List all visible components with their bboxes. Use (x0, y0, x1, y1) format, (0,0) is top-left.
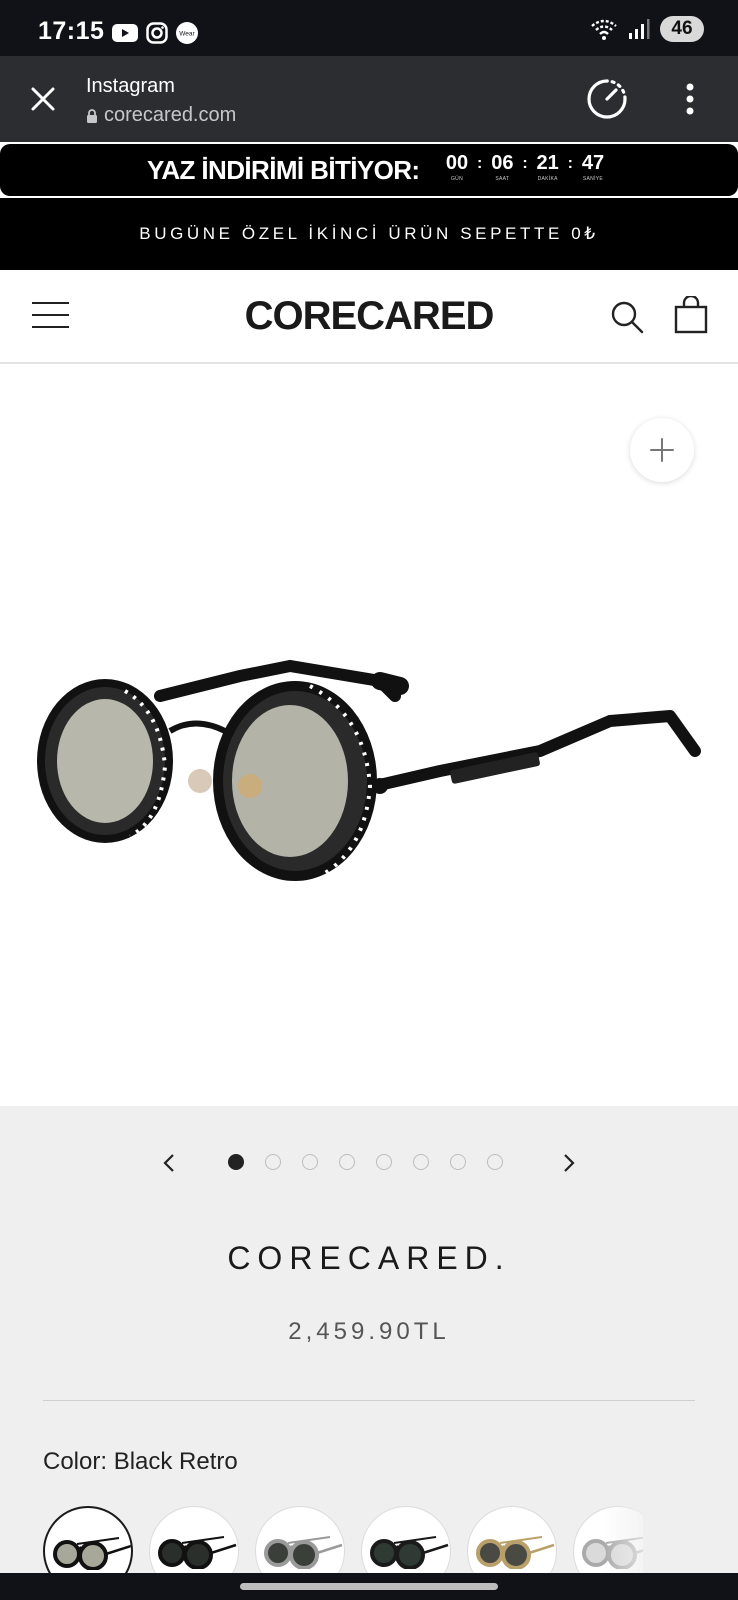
promo-banner[interactable]: BUGÜNE ÖZEL İKİNCİ ÜRÜN SEPETTE 0₺ (0, 198, 738, 270)
site-header: CORECARED (0, 270, 738, 364)
status-bar: 17:15 Wear 46 (0, 0, 738, 56)
status-time: 17:15 (38, 17, 105, 45)
swatch-glasses-icon (370, 1536, 449, 1569)
gallery-dot[interactable] (302, 1154, 318, 1170)
countdown-unit-label: GÜN (450, 176, 463, 182)
divider (43, 1400, 695, 1401)
swatch-glasses-icon (476, 1536, 555, 1569)
color-swatch[interactable] (467, 1506, 557, 1573)
battery-indicator: 46 (660, 16, 704, 42)
search-icon[interactable] (610, 300, 644, 334)
countdown-banner: YAZ İNDİRİMİ BİTİYOR: 00 GÜN : 06 SAAT :… (0, 144, 738, 196)
countdown-hours: 06 SAAT (487, 152, 517, 182)
swatch-glasses-icon (53, 1537, 131, 1570)
gallery-dot[interactable] (265, 1154, 281, 1170)
countdown-unit-label: SAAT (495, 176, 510, 182)
product-image (37, 659, 701, 881)
product-brand: CORECARED. (227, 1240, 511, 1276)
speed-gauge-icon[interactable] (586, 78, 628, 120)
product-price: 2,459.90TL (288, 1318, 450, 1345)
countdown-minutes: 21 DAKİKA (533, 152, 563, 182)
system-nav-bar (0, 1573, 738, 1600)
wifi-icon (591, 19, 617, 40)
swatch-glasses-icon (158, 1536, 237, 1569)
product-gallery[interactable] (0, 366, 738, 1106)
swatch-fade (603, 1506, 643, 1573)
wear-icon-label: Wear (179, 31, 195, 38)
color-swatch[interactable] (255, 1506, 345, 1573)
countdown-value: 21 (536, 152, 559, 174)
countdown-days: 00 GÜN (442, 152, 472, 182)
color-swatch[interactable] (361, 1506, 451, 1573)
color-label: Color: Black Retro (43, 1448, 238, 1475)
countdown-timer: 00 GÜN : 06 SAAT : 21 DAKİKA : 47 SANİYE (442, 152, 608, 182)
countdown-unit-label: DAKİKA (537, 176, 558, 182)
countdown-value: 06 (491, 152, 514, 174)
browser-page-title: Instagram (86, 75, 175, 97)
zoom-button[interactable] (630, 418, 694, 482)
product-details: CORECARED. 2,459.90TL Color: Black Retro (0, 1106, 738, 1573)
gallery-dot[interactable] (228, 1154, 244, 1170)
close-icon[interactable] (28, 84, 58, 114)
countdown-separator: : (477, 155, 483, 172)
gesture-handle[interactable] (240, 1583, 498, 1590)
gallery-pager (0, 1146, 738, 1180)
color-swatches (43, 1506, 643, 1573)
web-page: YAZ İNDİRİMİ BİTİYOR: 00 GÜN : 06 SAAT :… (0, 142, 738, 1573)
gallery-dots (228, 1154, 503, 1170)
plus-icon (650, 438, 674, 462)
chevron-right-icon[interactable] (558, 1152, 578, 1174)
countdown-value: 00 (445, 152, 469, 174)
wear-icon: Wear (176, 22, 198, 44)
gallery-dot[interactable] (450, 1154, 466, 1170)
gallery-dot[interactable] (376, 1154, 392, 1170)
countdown-separator: : (567, 155, 573, 172)
countdown-label: YAZ İNDİRİMİ BİTİYOR: (147, 155, 420, 185)
browser-url-text: corecared.com (104, 104, 237, 126)
browser-url[interactable]: corecared.com (86, 104, 236, 127)
countdown-seconds: 47 SANİYE (578, 152, 608, 182)
status-app-icons: Wear (112, 22, 198, 44)
gallery-dot[interactable] (413, 1154, 429, 1170)
status-right: 46 (590, 16, 704, 42)
lock-icon (87, 108, 97, 123)
instagram-icon (146, 22, 168, 44)
gallery-dot[interactable] (487, 1154, 503, 1170)
shopping-bag-icon[interactable] (674, 296, 708, 334)
gallery-dot[interactable] (339, 1154, 355, 1170)
more-vert-icon[interactable] (685, 82, 695, 116)
color-swatch[interactable] (149, 1506, 239, 1573)
chevron-left-icon[interactable] (160, 1152, 180, 1174)
color-swatch[interactable] (43, 1506, 133, 1573)
countdown-unit-label: SANİYE (582, 176, 604, 182)
countdown-value: 47 (581, 152, 605, 174)
swatch-glasses-icon (264, 1536, 343, 1569)
browser-toolbar: Instagram corecared.com (0, 56, 738, 142)
youtube-icon (112, 24, 138, 42)
countdown-separator: : (522, 155, 528, 172)
signal-icon (629, 19, 650, 39)
